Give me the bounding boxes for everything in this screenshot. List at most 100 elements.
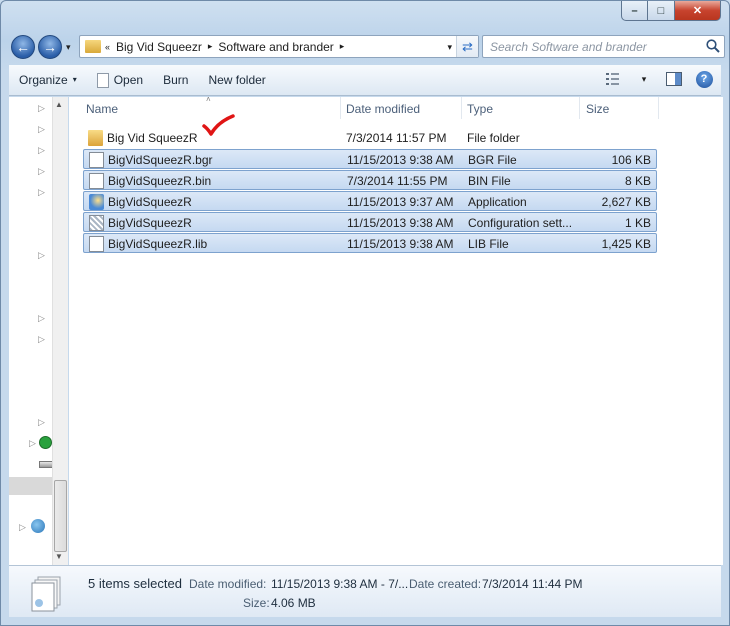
file-row[interactable]: Big Vid SqueezR 7/3/2014 11:57 PM File f… bbox=[83, 128, 657, 148]
file-type: File folder bbox=[467, 131, 520, 145]
open-label: Open bbox=[113, 73, 144, 87]
file-type: Application bbox=[468, 195, 527, 209]
expand-arrow-icon[interactable]: ▷ bbox=[29, 438, 36, 449]
file-row[interactable]: BigVidSqueezR 11/15/2013 9:37 AM Applica… bbox=[83, 191, 657, 211]
navigation-bar: ← → ▾ « Big Vid Squeezr ▸ Software and b… bbox=[9, 34, 725, 60]
red-checkmark-annotation bbox=[202, 114, 235, 136]
back-button[interactable]: ← bbox=[11, 35, 35, 59]
expand-arrow-icon[interactable]: ▷ bbox=[38, 166, 45, 177]
multiple-files-icon bbox=[31, 576, 61, 612]
column-header-name[interactable]: Name bbox=[86, 102, 118, 116]
size-label: Size: bbox=[243, 596, 270, 610]
address-bar[interactable]: « Big Vid Squeezr ▸ Software and brander… bbox=[79, 35, 479, 58]
column-header-type[interactable]: Type bbox=[467, 102, 493, 116]
file-size: 1,425 KB bbox=[601, 237, 651, 251]
open-button[interactable]: Open bbox=[87, 68, 153, 92]
breadcrumb-separator-icon[interactable]: ▸ bbox=[340, 41, 345, 52]
organize-label: Organize bbox=[19, 73, 68, 87]
help-button[interactable]: ? bbox=[693, 68, 715, 90]
file-icon bbox=[89, 173, 104, 189]
breadcrumb-separator-icon[interactable]: ▸ bbox=[208, 41, 213, 52]
file-date-modified: 11/15/2013 9:38 AM bbox=[347, 153, 454, 167]
expand-arrow-icon[interactable]: ▷ bbox=[38, 250, 45, 261]
file-name: BigVidSqueezR.lib bbox=[108, 237, 208, 251]
breadcrumb-item-software-and-brander[interactable]: Software and brander bbox=[218, 40, 333, 54]
forward-button[interactable]: → bbox=[38, 35, 62, 59]
file-date-modified: 7/3/2014 11:57 PM bbox=[346, 131, 447, 145]
expand-arrow-icon[interactable]: ▷ bbox=[38, 313, 45, 324]
file-date-modified: 11/15/2013 9:38 AM bbox=[347, 237, 454, 251]
chevron-down-icon: ▾ bbox=[72, 75, 77, 84]
chevron-down-icon: ▾ bbox=[641, 73, 647, 84]
file-icon bbox=[89, 236, 104, 252]
drive-icon[interactable] bbox=[39, 461, 53, 468]
column-header-date-modified[interactable]: Date modified bbox=[346, 102, 420, 116]
file-date-modified: 11/15/2013 9:37 AM bbox=[347, 195, 454, 209]
search-input[interactable]: Search Software and brander bbox=[482, 35, 725, 58]
breadcrumb-overflow-icon[interactable]: « bbox=[105, 42, 110, 52]
file-type: BIN File bbox=[468, 174, 511, 188]
expand-arrow-icon[interactable]: ▷ bbox=[38, 417, 45, 428]
burn-button[interactable]: Burn bbox=[153, 68, 198, 92]
new-folder-button[interactable]: New folder bbox=[198, 68, 275, 92]
column-divider[interactable] bbox=[579, 97, 580, 119]
breadcrumb-item-big-vid-squeezr[interactable]: Big Vid Squeezr bbox=[116, 40, 202, 54]
date-modified-value: 11/15/2013 9:38 AM - 7/... bbox=[271, 577, 409, 591]
file-name: Big Vid SqueezR bbox=[107, 131, 198, 145]
date-modified-label: Date modified: bbox=[189, 577, 267, 591]
search-placeholder: Search Software and brander bbox=[490, 40, 647, 54]
selected-nav-item[interactable] bbox=[9, 477, 52, 495]
file-name: BigVidSqueezR bbox=[108, 195, 192, 209]
preview-pane-button[interactable] bbox=[663, 68, 685, 90]
preview-pane-icon bbox=[666, 72, 682, 86]
file-name: BigVidSqueezR.bgr bbox=[108, 153, 213, 167]
details-pane: 5 items selected Date modified: 11/15/20… bbox=[9, 565, 721, 617]
change-view-button[interactable] bbox=[603, 68, 625, 90]
file-size: 8 KB bbox=[624, 174, 651, 188]
folder-icon bbox=[88, 130, 103, 146]
help-icon: ? bbox=[695, 70, 713, 88]
file-date-modified: 11/15/2013 9:38 AM bbox=[347, 216, 454, 230]
nav-pane-scrollbar[interactable]: ▲ ▼ bbox=[52, 97, 68, 565]
maximize-button[interactable]: □ bbox=[648, 1, 675, 21]
minimize-button[interactable]: – bbox=[621, 1, 648, 21]
expand-arrow-icon[interactable]: ▷ bbox=[38, 145, 45, 156]
expand-arrow-icon[interactable]: ▷ bbox=[38, 103, 45, 114]
file-row[interactable]: BigVidSqueezR 11/15/2013 9:38 AM Configu… bbox=[83, 212, 657, 232]
file-row[interactable]: BigVidSqueezR.lib 11/15/2013 9:38 AM LIB… bbox=[83, 233, 657, 253]
scroll-up-icon[interactable]: ▲ bbox=[55, 100, 63, 109]
column-divider[interactable] bbox=[340, 97, 341, 119]
scroll-down-icon[interactable]: ▼ bbox=[55, 552, 63, 561]
search-icon[interactable] bbox=[705, 38, 721, 54]
homegroup-icon[interactable] bbox=[39, 436, 52, 449]
column-header-size[interactable]: Size bbox=[586, 102, 609, 116]
expand-arrow-icon[interactable]: ▷ bbox=[38, 187, 45, 198]
explorer-window: – □ ✕ ← → ▾ « Big Vid Squeezr ▸ Software… bbox=[0, 0, 730, 626]
recent-pages-dropdown-icon[interactable]: ▾ bbox=[66, 42, 71, 53]
view-options-dropdown[interactable]: ▾ bbox=[633, 68, 655, 90]
expand-arrow-icon[interactable]: ▷ bbox=[38, 334, 45, 345]
refresh-icon[interactable]: ⇄ bbox=[456, 36, 478, 57]
close-button[interactable]: ✕ bbox=[675, 1, 721, 21]
network-icon[interactable] bbox=[31, 519, 45, 533]
file-name: BigVidSqueezR bbox=[108, 216, 192, 230]
file-row[interactable]: BigVidSqueezR.bgr 11/15/2013 9:38 AM BGR… bbox=[83, 149, 657, 169]
address-dropdown-icon[interactable]: ▾ bbox=[447, 42, 452, 53]
organize-button[interactable]: Organize ▾ bbox=[9, 68, 87, 92]
column-headers: ˄ Name Date modified Type Size bbox=[69, 95, 723, 121]
file-date-modified: 7/3/2014 11:55 PM bbox=[347, 174, 448, 188]
file-size: 2,627 KB bbox=[601, 195, 651, 209]
config-file-icon bbox=[89, 215, 104, 231]
expand-arrow-icon[interactable]: ▷ bbox=[19, 522, 26, 533]
scrollbar-thumb[interactable] bbox=[54, 480, 67, 552]
view-list-icon bbox=[606, 73, 619, 85]
expand-arrow-icon[interactable]: ▷ bbox=[38, 124, 45, 135]
file-icon bbox=[89, 152, 104, 168]
command-bar: Organize ▾ Open Burn New folder ▾ ? bbox=[9, 65, 721, 96]
file-row[interactable]: BigVidSqueezR.bin 7/3/2014 11:55 PM BIN … bbox=[83, 170, 657, 190]
file-size: 106 KB bbox=[611, 153, 651, 167]
selection-summary: 5 items selected bbox=[88, 576, 182, 591]
column-divider[interactable] bbox=[461, 97, 462, 119]
column-divider[interactable] bbox=[658, 97, 659, 119]
size-value: 4.06 MB bbox=[271, 596, 316, 610]
